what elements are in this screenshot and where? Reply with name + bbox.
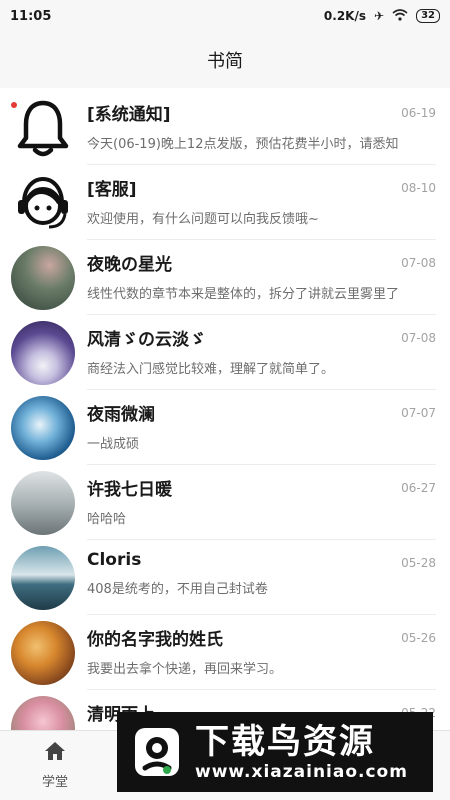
message-preview: 今天(06-19)晚上12点发版，预估花费半小时，请悉知 xyxy=(87,137,399,152)
status-bar: 11:05 0.2K/s ✈ 32 xyxy=(0,0,450,32)
status-time: 11:05 xyxy=(10,8,52,24)
message-list: [系统通知] 06-19 今天(06-19)晚上12点发版，预估花费半小时，请悉… xyxy=(0,90,450,730)
avatar-wrap xyxy=(11,320,75,385)
battery-indicator: 32 xyxy=(416,9,440,23)
message-preview: 我要出去拿个快递，再回来学习。 xyxy=(87,662,283,677)
tab-home-label: 学堂 xyxy=(41,775,68,790)
message-title: [系统通知] xyxy=(87,105,171,125)
avatar-wrap xyxy=(11,395,75,460)
message-date: 06-27 xyxy=(401,481,436,495)
message-row[interactable]: 夜雨微澜 07-07 一战成硕 xyxy=(0,390,450,465)
message-row[interactable]: 风清ゞの云淡ゞ 07-08 商经法入门感觉比较难，理解了就简单了。 xyxy=(0,315,450,390)
user-avatar xyxy=(11,245,75,310)
user-avatar xyxy=(11,470,75,535)
app-header: 书简 xyxy=(0,32,450,88)
user-avatar xyxy=(11,395,75,460)
watermark-text: 下载鸟资源 www.xiazainiao.com xyxy=(195,722,408,782)
message-content: 你的名字我的姓氏 05-26 我要出去拿个快递，再回来学习。 xyxy=(87,625,436,690)
message-date: 05-28 xyxy=(401,556,436,570)
user-avatar xyxy=(11,695,75,730)
message-date: 07-08 xyxy=(401,256,436,270)
message-title: 许我七日暖 xyxy=(87,480,172,500)
avatar-wrap xyxy=(11,620,75,685)
avatar-wrap xyxy=(11,545,75,610)
message-row[interactable]: Cloris 05-28 408是统考的，不用自己封试卷 xyxy=(0,540,450,615)
user-avatar xyxy=(11,620,75,685)
avatar-wrap xyxy=(11,96,75,160)
message-title: Cloris xyxy=(87,550,142,570)
watermark-url: www.xiazainiao.com xyxy=(195,762,408,782)
message-row-service[interactable]: [客服] 08-10 欢迎使用，有什么问题可以向我反馈哦~ xyxy=(0,165,450,240)
status-right: 0.2K/s ✈ 32 xyxy=(323,8,440,24)
message-date: 06-19 xyxy=(401,106,436,120)
message-preview: 408是统考的，不用自己封试卷 xyxy=(87,582,268,597)
message-content: Cloris 05-28 408是统考的，不用自己封试卷 xyxy=(87,550,436,615)
wifi-icon xyxy=(392,8,408,24)
watermark-title: 下载鸟资源 xyxy=(195,722,375,762)
message-date: 08-10 xyxy=(401,181,436,195)
airplane-icon: ✈ xyxy=(374,9,385,23)
tab-home[interactable]: 学堂 xyxy=(30,741,80,790)
message-preview: 一战成硕 xyxy=(87,437,140,452)
message-content: [客服] 08-10 欢迎使用，有什么问题可以向我反馈哦~ xyxy=(87,175,436,240)
message-title: 夜晚の星光 xyxy=(87,255,172,275)
unread-dot xyxy=(11,101,17,108)
message-title: 夜雨微澜 xyxy=(87,405,155,425)
message-content: 许我七日暖 06-27 哈哈哈 xyxy=(87,475,436,540)
bell-icon xyxy=(11,96,75,160)
customer-service-icon xyxy=(11,171,75,235)
user-avatar xyxy=(11,320,75,385)
message-row[interactable]: 你的名字我的姓氏 05-26 我要出去拿个快递，再回来学习。 xyxy=(0,615,450,690)
avatar-wrap xyxy=(11,171,75,235)
message-title: [客服] xyxy=(87,180,137,200)
message-title: 你的名字我的姓氏 xyxy=(87,630,223,650)
message-date: 07-08 xyxy=(401,331,436,345)
message-date: 05-26 xyxy=(401,631,436,645)
message-preview: 商经法入门感觉比较难，理解了就简单了。 xyxy=(87,362,335,377)
message-preview: 哈哈哈 xyxy=(87,512,127,527)
watermark-logo-icon xyxy=(127,722,187,782)
user-avatar xyxy=(11,545,75,610)
message-row[interactable]: 夜晚の星光 07-08 线性代数的章节本来是整体的，拆分了讲就云里雾里了 xyxy=(0,240,450,315)
message-preview: 欢迎使用，有什么问题可以向我反馈哦~ xyxy=(87,212,319,227)
message-preview: 线性代数的章节本来是整体的，拆分了讲就云里雾里了 xyxy=(87,287,400,302)
message-content: 夜晚の星光 07-08 线性代数的章节本来是整体的，拆分了讲就云里雾里了 xyxy=(87,250,436,315)
message-content: 风清ゞの云淡ゞ 07-08 商经法入门感觉比较难，理解了就简单了。 xyxy=(87,325,436,390)
message-row[interactable]: 许我七日暖 06-27 哈哈哈 xyxy=(0,465,450,540)
message-date: 07-07 xyxy=(401,406,436,420)
home-icon xyxy=(44,741,66,765)
message-row-system[interactable]: [系统通知] 06-19 今天(06-19)晚上12点发版，预估花费半小时，请悉… xyxy=(0,90,450,165)
watermark-banner: 下载鸟资源 www.xiazainiao.com xyxy=(117,712,433,792)
message-content: 夜雨微澜 07-07 一战成硕 xyxy=(87,400,436,465)
avatar-wrap xyxy=(11,470,75,535)
message-title: 风清ゞの云淡ゞ xyxy=(87,330,206,350)
message-content: [系统通知] 06-19 今天(06-19)晚上12点发版，预估花费半小时，请悉… xyxy=(87,100,436,165)
network-speed: 0.2K/s xyxy=(323,9,367,23)
avatar-wrap xyxy=(11,695,75,730)
page-title: 书简 xyxy=(207,51,243,72)
avatar-wrap xyxy=(11,245,75,310)
